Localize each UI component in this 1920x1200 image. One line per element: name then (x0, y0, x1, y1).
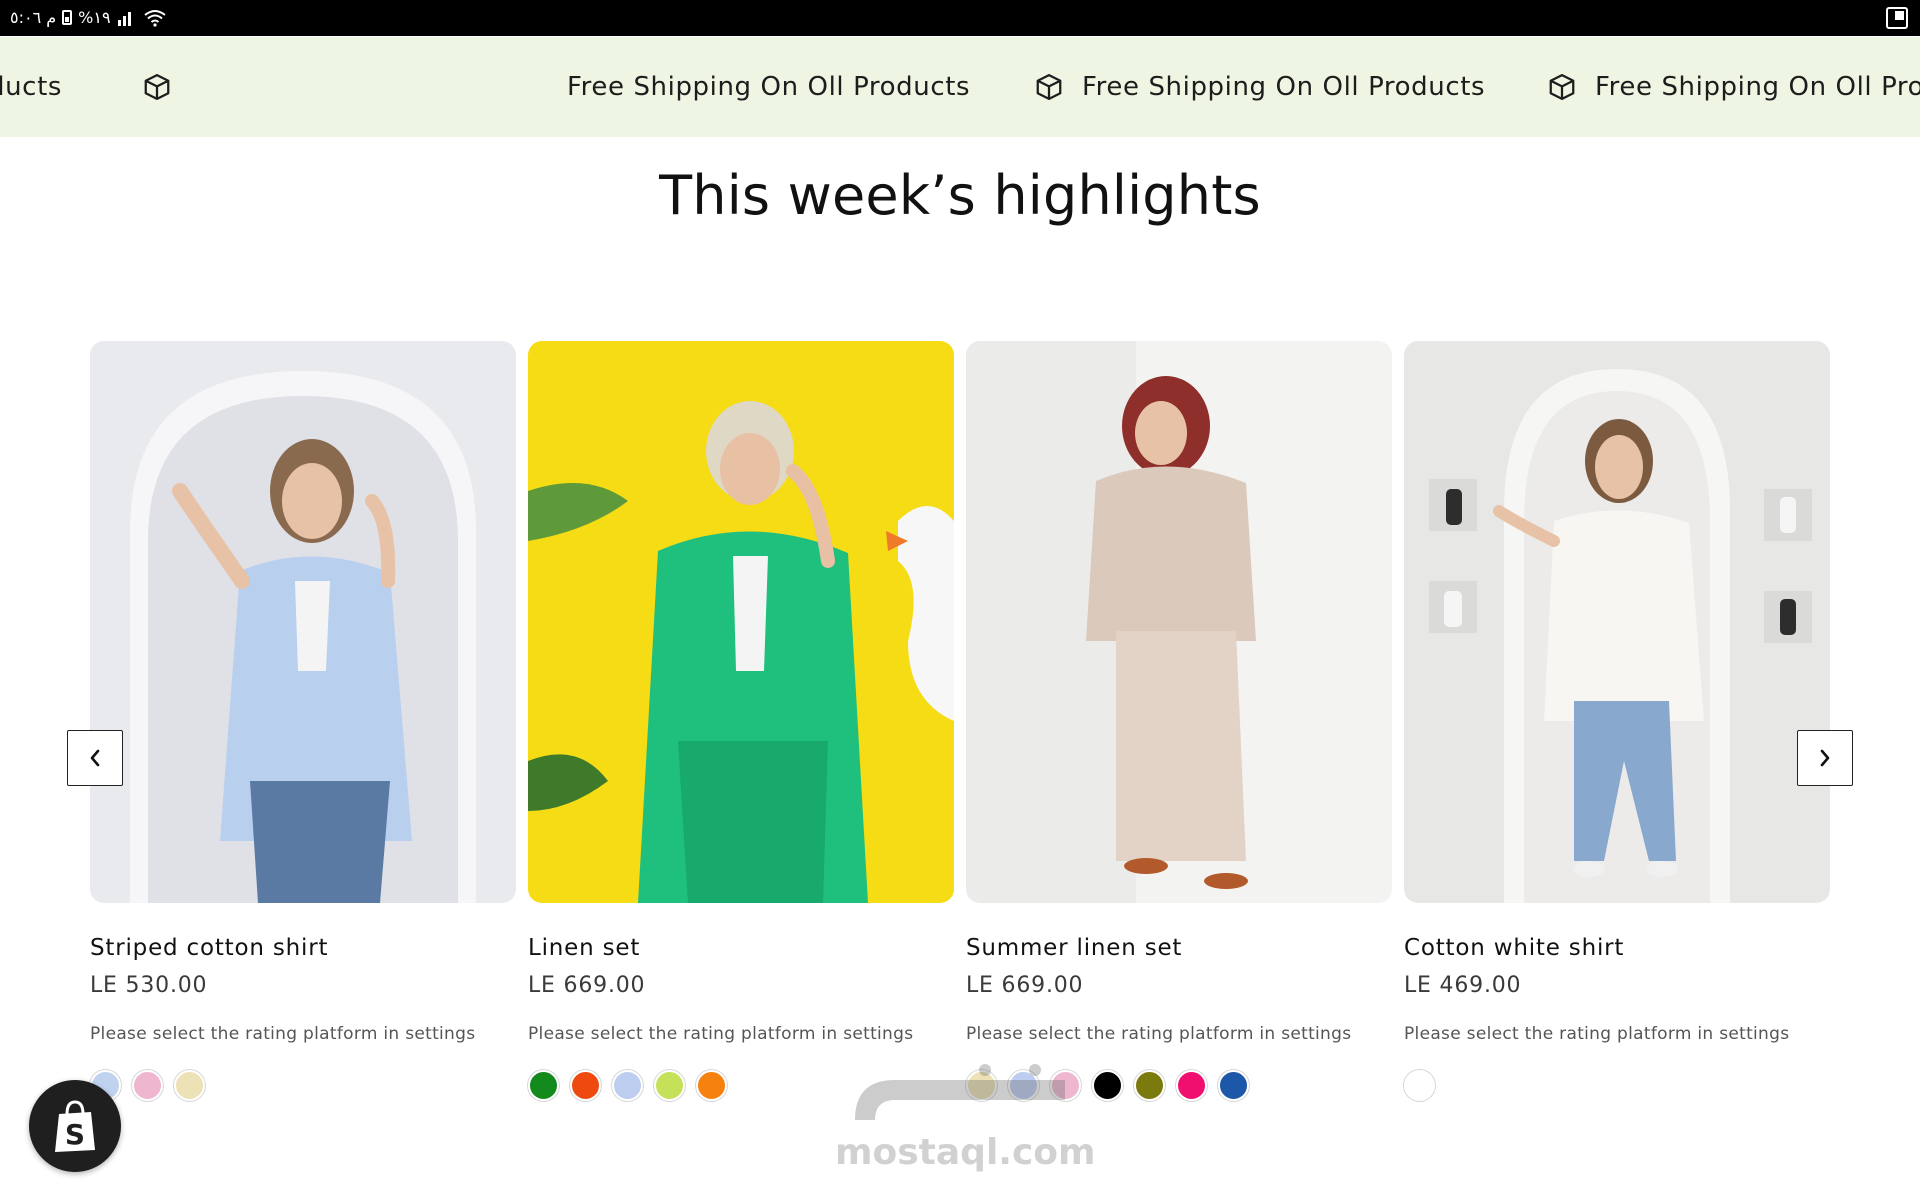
announcement-marquee: ducts Free Shipping On Oll Products Free… (0, 37, 1920, 137)
carousel-next-button[interactable] (1797, 730, 1853, 786)
product-title[interactable]: Cotton white shirt (1404, 935, 1830, 961)
box-icon (142, 72, 172, 102)
svg-text:S: S (65, 1118, 85, 1151)
box-icon (1547, 72, 1577, 102)
color-swatch[interactable] (966, 1070, 997, 1101)
box-icon (1034, 72, 1064, 102)
color-swatch[interactable] (1008, 1070, 1039, 1101)
watermark-text: mostaql.com (835, 1132, 1096, 1173)
marquee-item: Free Shipping On Oll Products (1034, 37, 1485, 137)
color-swatch[interactable] (696, 1070, 727, 1101)
product-image[interactable] (1404, 341, 1830, 903)
color-swatch[interactable] (1176, 1070, 1207, 1101)
color-swatches (528, 1070, 954, 1101)
carousel-prev-button[interactable] (67, 730, 123, 786)
color-swatch[interactable] (528, 1070, 559, 1101)
floating-window-icon[interactable] (1886, 7, 1908, 29)
battery-icon (62, 10, 73, 25)
marquee-item (142, 37, 190, 137)
rating-note: Please select the rating platform in set… (528, 1024, 914, 1044)
color-swatch[interactable] (1092, 1070, 1123, 1101)
battery-level: %١٩ (78, 8, 111, 27)
color-swatch[interactable] (1218, 1070, 1249, 1101)
chevron-left-icon (90, 749, 100, 767)
product-title[interactable]: Striped cotton shirt (90, 935, 516, 961)
product-card[interactable]: Linen set LE 669.00 Please select the ra… (528, 341, 954, 1101)
product-price: LE 530.00 (90, 973, 208, 998)
rating-note: Please select the rating platform in set… (90, 1024, 476, 1044)
signal-icon (117, 11, 131, 26)
status-indicators: م ٥:٠٦ %١٩ (10, 8, 167, 27)
wifi-icon (143, 9, 166, 27)
color-swatch[interactable] (612, 1070, 643, 1101)
marquee-text: Free Shipping On Oll Products (1082, 72, 1486, 102)
color-swatch[interactable] (174, 1070, 205, 1101)
marquee-text: Free Shipping On Oll Products (567, 72, 971, 102)
color-swatches (1404, 1070, 1830, 1101)
product-price: LE 669.00 (528, 973, 646, 998)
color-swatch[interactable] (1050, 1070, 1081, 1101)
marquee-item: ducts (0, 37, 62, 137)
chevron-right-icon (1820, 749, 1830, 767)
product-title[interactable]: Summer linen set (966, 935, 1392, 961)
marquee-item: Free Shipping On Oll Products (567, 37, 970, 137)
product-image[interactable] (90, 341, 516, 903)
product-card[interactable]: Cotton white shirt LE 469.00 Please sele… (1404, 341, 1830, 1101)
product-card[interactable]: Striped cotton shirt LE 530.00 Please se… (90, 341, 516, 1101)
section-title: This week’s highlights (659, 164, 1261, 227)
device-status-bar: م ٥:٠٦ %١٩ (0, 0, 1920, 36)
product-card[interactable]: Summer linen set LE 669.00 Please select… (966, 341, 1392, 1101)
rating-note: Please select the rating platform in set… (966, 1024, 1352, 1044)
product-price: LE 469.00 (1404, 973, 1522, 998)
color-swatch[interactable] (1404, 1070, 1435, 1101)
shopify-bag-icon: S (55, 1100, 95, 1152)
product-image[interactable] (966, 341, 1392, 903)
product-title[interactable]: Linen set (528, 935, 954, 961)
status-time: م ٥:٠٦ (10, 8, 57, 27)
color-swatches (966, 1070, 1392, 1101)
marquee-text: ducts (0, 72, 63, 102)
rating-note: Please select the rating platform in set… (1404, 1024, 1790, 1044)
product-price: LE 669.00 (966, 973, 1084, 998)
marquee-item: Free Shipping On Oll Products (1547, 37, 1920, 137)
color-swatch[interactable] (132, 1070, 163, 1101)
color-swatch[interactable] (654, 1070, 685, 1101)
color-swatches (90, 1070, 516, 1101)
marquee-text: Free Shipping On Oll Products (1595, 72, 1920, 102)
product-image[interactable] (528, 341, 954, 903)
color-swatch[interactable] (570, 1070, 601, 1101)
shopify-badge[interactable]: S (29, 1080, 121, 1172)
color-swatch[interactable] (1134, 1070, 1165, 1101)
